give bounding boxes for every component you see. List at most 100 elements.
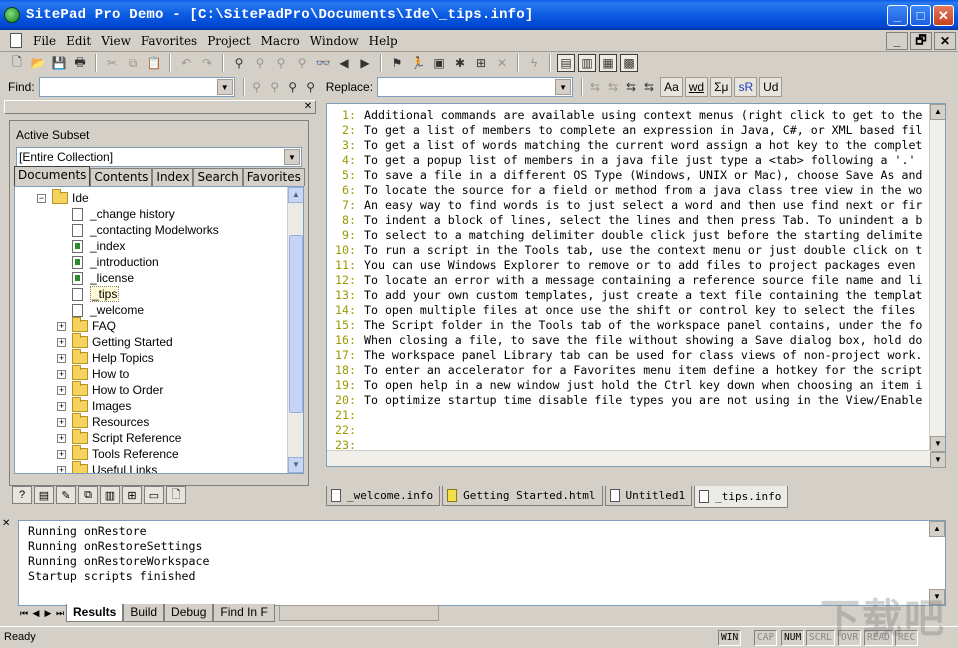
output-tab[interactable]: Build: [123, 604, 165, 622]
scroll-up-icon[interactable]: ▲: [288, 187, 303, 203]
tab-index[interactable]: Index: [152, 168, 194, 186]
library-icon[interactable]: ▥: [100, 486, 120, 504]
document-tab[interactable]: Untitled1: [604, 486, 693, 506]
expand-icon[interactable]: +: [57, 321, 66, 331]
find-previous-icon[interactable]: ⚲: [272, 54, 290, 72]
print-icon[interactable]: 🖶: [71, 54, 89, 72]
chevron-down-icon[interactable]: ▼: [216, 79, 233, 95]
close-button[interactable]: ✕: [933, 5, 954, 26]
expand-icon[interactable]: +: [57, 449, 66, 459]
editor-line[interactable]: 1: Additional commands are available usin…: [327, 108, 922, 123]
find-in-files-icon[interactable]: ⚲: [230, 54, 248, 72]
match-case-button[interactable]: Aa: [660, 77, 683, 97]
editor-line[interactable]: 16: When closing a file, to save the file…: [327, 333, 922, 348]
tree-item[interactable]: _change history: [57, 206, 175, 222]
save-icon[interactable]: 💾: [50, 54, 68, 72]
tab-search[interactable]: Search: [193, 168, 243, 186]
editor-line[interactable]: 6: To locate the source for a field or me…: [327, 183, 922, 198]
doc-list-icon[interactable]: ▤: [34, 486, 54, 504]
bug-icon[interactable]: ✱: [451, 54, 469, 72]
editor-line[interactable]: 18: To enter an accelerator for a Favorit…: [327, 363, 922, 378]
editor-line[interactable]: 21:: [327, 408, 364, 423]
output-panel[interactable]: ▲ ▼ Running onRestore Running onRestoreSe…: [18, 520, 946, 606]
document-icon[interactable]: [10, 33, 22, 48]
page-icon[interactable]: 🗋: [166, 486, 186, 504]
find-next-icon[interactable]: ⚲: [293, 54, 311, 72]
chevron-down-icon[interactable]: ▼: [284, 149, 300, 165]
scroll-down-icon[interactable]: ▼: [288, 457, 303, 473]
view-workspace-icon[interactable]: ▥: [578, 54, 596, 72]
screen-icon[interactable]: ▣: [430, 54, 448, 72]
close-icon[interactable]: ✕: [2, 518, 10, 529]
editor-line[interactable]: 5: To save a file in a different OS Type …: [327, 168, 922, 183]
editor-line[interactable]: 14: To open multiple files at once use th…: [327, 303, 915, 318]
tree-item[interactable]: + Getting Started: [57, 333, 173, 350]
subset-combo[interactable]: [Entire Collection] ▼: [16, 147, 302, 167]
tree-item[interactable]: + Resources: [57, 413, 149, 430]
expand-icon[interactable]: +: [57, 465, 66, 473]
editor-line[interactable]: 22:: [327, 423, 364, 438]
mdi-restore-button[interactable]: 🗗: [910, 32, 932, 50]
scroll-thumb[interactable]: [289, 235, 303, 413]
tab-favorites[interactable]: Favorites: [242, 168, 305, 186]
hierarchy-icon[interactable]: ⊞: [122, 486, 142, 504]
output-tab[interactable]: Find In F: [213, 604, 275, 622]
next-tab-icon[interactable]: ▶: [42, 605, 54, 621]
whole-word-button[interactable]: wd: [684, 77, 709, 97]
editor-line[interactable]: 10: To run a script in the Tools tab, use…: [327, 243, 922, 258]
menu-window[interactable]: Window: [305, 34, 364, 48]
editor-line[interactable]: 11: You can use Windows Explorer to remov…: [327, 258, 915, 273]
tree-icon[interactable]: ⧉: [78, 486, 98, 504]
first-tab-icon[interactable]: ⏮: [18, 605, 30, 621]
editor-line[interactable]: 2: To get a list of members to complete a…: [327, 123, 922, 138]
collapse-icon[interactable]: −: [37, 193, 46, 203]
replace-option-icon[interactable]: ⇆: [604, 78, 622, 96]
editor-line[interactable]: 7: An easy way to find words is to just s…: [327, 198, 922, 213]
editor-line[interactable]: 19: To open help in a new window just hol…: [327, 378, 922, 393]
menu-favorites[interactable]: Favorites: [136, 34, 202, 48]
minimize-button[interactable]: _: [887, 5, 908, 26]
tab-documents[interactable]: Documents: [14, 166, 91, 186]
editor-line[interactable]: 8: To indent a block of lines, select the…: [327, 213, 922, 228]
view-output-icon[interactable]: ▦: [599, 54, 617, 72]
scroll-up-icon[interactable]: ▲: [930, 104, 945, 120]
menu-edit[interactable]: Edit: [61, 34, 96, 48]
open-folder-icon[interactable]: 📂: [29, 54, 47, 72]
maximize-button[interactable]: □: [910, 5, 931, 26]
editor-hscrollbar[interactable]: ▶: [327, 450, 945, 466]
tree-item[interactable]: + Script Reference: [57, 429, 181, 446]
menu-macro[interactable]: Macro: [256, 34, 305, 48]
expand-icon[interactable]: +: [57, 385, 66, 395]
replace-option-icon[interactable]: ⇆: [622, 78, 640, 96]
expand-icon[interactable]: +: [57, 433, 66, 443]
copy-icon[interactable]: ⧉: [124, 54, 142, 72]
document-tab[interactable]: Getting Started.html: [442, 486, 603, 506]
undo-replace-button[interactable]: Ud: [759, 77, 783, 97]
regex-button[interactable]: Σμ: [710, 77, 733, 97]
tree-item[interactable]: + Help Topics: [57, 349, 154, 366]
tree-item[interactable]: _tips: [57, 286, 120, 302]
output-hscrollbar[interactable]: [278, 605, 439, 621]
editor-line[interactable]: 20: To optimize startup time disable file…: [327, 393, 922, 408]
mdi-minimize-button[interactable]: _: [886, 32, 908, 50]
redo-icon[interactable]: ↷: [198, 54, 216, 72]
menu-help[interactable]: Help: [364, 34, 403, 48]
expand-icon[interactable]: +: [57, 417, 66, 427]
target-icon[interactable]: ⊞: [472, 54, 490, 72]
prev-tab-icon[interactable]: ◀: [30, 605, 42, 621]
tree-scrollbar[interactable]: ▲ ▼: [287, 187, 303, 473]
view-panel-icon[interactable]: ▤: [557, 54, 575, 72]
tree-item[interactable]: _welcome: [57, 302, 144, 318]
chevron-down-icon[interactable]: ▼: [555, 79, 572, 95]
forward-arrow-icon[interactable]: ▶: [356, 54, 374, 72]
editor-line[interactable]: 4: To get a popup list of members in a ja…: [327, 153, 915, 168]
tree-item[interactable]: + How to: [57, 365, 129, 382]
menu-file[interactable]: File: [28, 34, 61, 48]
run-icon[interactable]: ⚑: [388, 54, 406, 72]
search-reverse-button[interactable]: sR: [734, 77, 758, 97]
paste-icon[interactable]: 📋: [145, 54, 163, 72]
tree-item[interactable]: _index: [57, 238, 125, 254]
scroll-up-icon[interactable]: ▲: [929, 521, 945, 537]
tree-item[interactable]: + Useful Links: [57, 461, 157, 473]
replace-combo[interactable]: ▼: [377, 77, 574, 97]
